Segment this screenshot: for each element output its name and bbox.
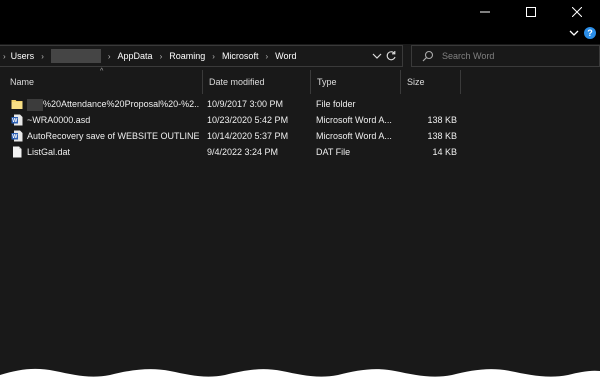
minimize-icon — [480, 11, 490, 13]
file-type: Microsoft Word A... — [316, 131, 392, 141]
file-type: DAT File — [316, 147, 351, 157]
column-label: Date modified — [209, 77, 265, 87]
help-button[interactable]: ? — [584, 27, 596, 39]
file-size: 14 KB — [432, 147, 457, 157]
column-header-type[interactable]: Type — [311, 70, 401, 94]
breadcrumb-separator[interactable]: › — [265, 52, 268, 61]
file-type: File folder — [316, 99, 356, 109]
column-header-name[interactable]: Name ^ — [0, 68, 203, 94]
breadcrumb-separator[interactable]: › — [212, 52, 215, 61]
title-bar — [0, 0, 600, 24]
breadcrumb-roaming[interactable]: Roaming — [169, 51, 205, 61]
column-header-size[interactable]: Size — [401, 70, 461, 94]
breadcrumb-separator[interactable]: › — [108, 52, 111, 61]
breadcrumb-word[interactable]: Word — [275, 51, 296, 61]
file-icon — [13, 146, 22, 158]
column-label: Type — [317, 77, 337, 87]
refresh-icon[interactable] — [385, 50, 397, 62]
close-button[interactable] — [554, 0, 600, 24]
word-file-icon: W — [11, 130, 23, 142]
torn-edge-decoration — [0, 368, 600, 387]
file-name[interactable]: %20Attendance%20Proposal%20-%2... — [27, 96, 199, 112]
chevron-down-icon[interactable] — [372, 51, 382, 61]
file-size: 138 KB — [427, 115, 457, 125]
chevron-right-icon[interactable]: › — [3, 52, 6, 61]
search-box[interactable]: Search Word — [411, 45, 600, 67]
file-row[interactable]: W ~WRA0000.asd 10/23/2020 5:42 PM Micros… — [0, 112, 600, 128]
file-name[interactable]: AutoRecovery save of WEBSITE OUTLINE ... — [27, 128, 199, 144]
file-size: 138 KB — [427, 131, 457, 141]
column-label: Size — [407, 77, 425, 87]
file-name-text: %20Attendance%20Proposal%20-%2... — [43, 99, 199, 109]
word-file-icon: W — [11, 114, 23, 126]
address-bar[interactable]: › Users › › AppData › Roaming › Microsof… — [0, 45, 403, 67]
file-row[interactable]: ListGal.dat 9/4/2022 3:24 PM DAT File 14… — [0, 144, 600, 160]
column-header: Name ^ Date modified Type Size — [0, 68, 600, 94]
breadcrumb-separator[interactable]: › — [160, 52, 163, 61]
maximize-button[interactable] — [508, 0, 554, 24]
file-date: 10/9/2017 3:00 PM — [207, 99, 284, 109]
file-name[interactable]: ~WRA0000.asd — [27, 112, 199, 128]
folder-icon — [11, 100, 23, 109]
close-icon — [572, 7, 582, 17]
file-date: 9/4/2022 3:24 PM — [207, 147, 279, 157]
file-row[interactable]: %20Attendance%20Proposal%20-%2... 10/9/2… — [0, 96, 600, 112]
breadcrumb-appdata[interactable]: AppData — [118, 51, 153, 61]
column-header-date-modified[interactable]: Date modified — [203, 70, 311, 94]
ribbon-row: ? — [0, 24, 600, 44]
svg-text:W: W — [12, 118, 18, 124]
file-date: 10/14/2020 5:37 PM — [207, 131, 289, 141]
sort-ascending-icon: ^ — [100, 68, 104, 75]
search-placeholder: Search Word — [442, 51, 495, 61]
breadcrumb-username-redacted[interactable] — [50, 49, 101, 63]
file-date: 10/23/2020 5:42 PM — [207, 115, 289, 125]
maximize-icon — [526, 7, 536, 17]
file-row[interactable]: W AutoRecovery save of WEBSITE OUTLINE .… — [0, 128, 600, 144]
file-type: Microsoft Word A... — [316, 115, 392, 125]
redacted-text — [27, 98, 43, 111]
minimize-button[interactable] — [462, 0, 508, 24]
file-size — [401, 96, 457, 112]
breadcrumb-users[interactable]: Users — [11, 51, 35, 61]
breadcrumb-separator[interactable]: › — [41, 52, 44, 61]
search-icon — [422, 50, 434, 62]
breadcrumb-microsoft[interactable]: Microsoft — [222, 51, 259, 61]
chevron-down-icon[interactable] — [568, 27, 580, 39]
file-name[interactable]: ListGal.dat — [27, 144, 199, 160]
navigation-bar: › Users › › AppData › Roaming › Microsof… — [0, 44, 600, 70]
column-label: Name — [10, 77, 35, 87]
svg-text:W: W — [12, 134, 18, 140]
